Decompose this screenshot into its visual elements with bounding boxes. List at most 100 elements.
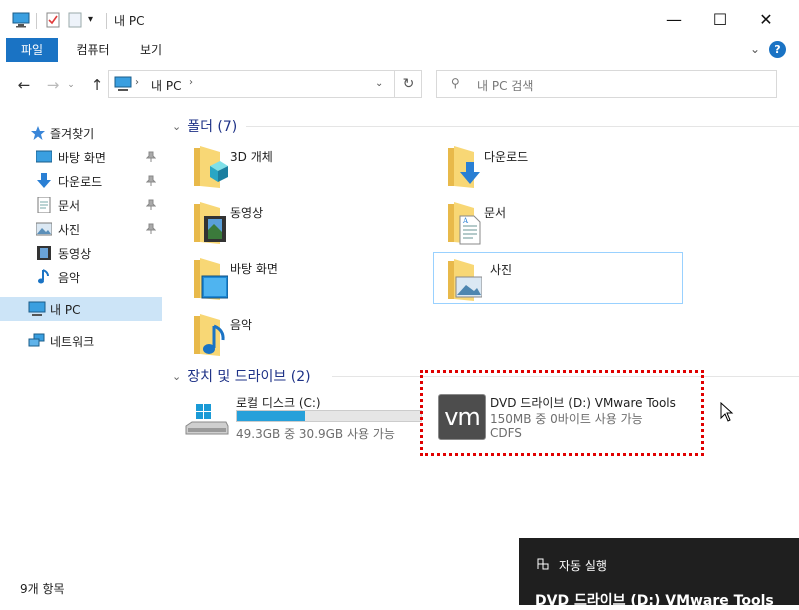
ribbon-tabs: 파일 컴퓨터 보기 ⌄ ? [0, 38, 799, 62]
download-folder-icon [448, 146, 480, 188]
folder-documents[interactable]: A 문서 [438, 198, 688, 250]
pin-icon[interactable] [145, 151, 157, 163]
folder-desktop[interactable]: 바탕 화면 [184, 254, 434, 306]
folder-pictures[interactable]: 사진 [433, 252, 683, 304]
folder-videos[interactable]: 동영상 [184, 198, 434, 250]
folder-label: 문서 [484, 206, 507, 220]
search-placeholder: 내 PC 검색 [477, 79, 534, 93]
sidebar-item-videos[interactable]: 동영상 [0, 241, 162, 265]
folder-label: 동영상 [230, 206, 264, 220]
up-button[interactable]: ↑ [86, 74, 108, 96]
tab-view[interactable]: 보기 [128, 38, 174, 62]
autoplay-notification[interactable]: 자동 실행 DVD 드라이브 (D:) VMware Tools [519, 538, 799, 609]
autoplay-icon [537, 558, 549, 573]
separator [106, 13, 107, 29]
chevron-down-icon: ⌄ [67, 80, 75, 90]
picture-folder-icon [448, 259, 482, 301]
new-folder-icon[interactable] [68, 12, 82, 31]
picture-icon [35, 221, 53, 237]
tab-computer[interactable]: 컴퓨터 [64, 38, 122, 62]
windows-drive-icon [185, 404, 229, 435]
search-icon: ⚲ [451, 76, 460, 90]
sidebar-item-documents[interactable]: 문서 [0, 193, 162, 217]
arrow-up-icon: ↑ [90, 76, 104, 94]
folder-downloads[interactable]: 다운로드 [438, 142, 688, 194]
tab-file[interactable]: 파일 [6, 38, 58, 62]
notification-title: DVD 드라이브 (D:) VMware Tools [535, 593, 774, 609]
group-header-label: 장치 및 드라이브 (2) [187, 369, 311, 385]
sidebar-item-label: 다운로드 [58, 174, 103, 189]
folder-label: 바탕 화면 [230, 262, 278, 276]
sidebar-item-this-pc[interactable]: 내 PC [0, 297, 162, 321]
group-header-label: 폴더 (7) [187, 119, 238, 135]
close-button[interactable]: ✕ [743, 0, 789, 38]
folder-label: 사진 [490, 263, 513, 277]
address-bar[interactable]: › 내 PC › ⌄ [108, 70, 422, 98]
computer-icon [114, 76, 132, 95]
search-box[interactable]: ⚲ 내 PC 검색 [436, 70, 777, 98]
document-icon [36, 196, 52, 214]
breadcrumb-item[interactable]: 내 PC [151, 77, 181, 94]
drive-local-disk[interactable]: 로컬 디스크 (C:) 49.3GB 중 30.9GB 사용 가능 [184, 392, 434, 442]
folder-label: 음악 [230, 318, 253, 332]
refresh-button[interactable]: ↻ [394, 70, 422, 98]
notification-app: 자동 실행 [559, 559, 607, 573]
computer-icon [28, 301, 46, 317]
drive-label: 로컬 디스크 (C:) [236, 396, 321, 410]
recent-locations-button[interactable]: ⌄ [64, 74, 78, 96]
pin-icon[interactable] [145, 175, 157, 187]
pin-icon[interactable] [145, 223, 157, 235]
download-icon [36, 173, 52, 189]
navigation-bar: ← → ⌄ ↑ › 내 PC › ⌄ ↻ ⚲ 내 PC 검색 [0, 62, 799, 108]
chevron-down-icon: ⌄ [172, 369, 182, 383]
group-header-drives[interactable]: ⌄ 장치 및 드라이브 (2) [172, 366, 311, 386]
music-folder-icon [194, 314, 225, 356]
sidebar-item-label: 문서 [58, 198, 81, 213]
drive-detail: 49.3GB 중 30.9GB 사용 가능 [236, 427, 395, 441]
folder-label: 3D 개체 [230, 150, 273, 164]
desktop-icon [35, 149, 53, 165]
maximize-button[interactable]: ☐ [697, 0, 743, 38]
folder-music[interactable]: 음악 [184, 310, 434, 362]
group-header-folders[interactable]: ⌄ 폴더 (7) [172, 116, 237, 136]
document-folder-icon: A [448, 202, 481, 245]
customize-toolbar-dropdown-icon[interactable]: ▾ [88, 14, 93, 25]
music-icon [36, 269, 52, 285]
item-count: 9개 항목 [20, 582, 65, 596]
network-icon [28, 333, 45, 349]
sidebar-item-pictures[interactable]: 사진 [0, 217, 162, 241]
sidebar-item-network[interactable]: 네트워크 [0, 329, 162, 353]
chevron-down-icon: ⌄ [172, 119, 182, 133]
back-button[interactable]: ← [13, 74, 35, 96]
video-folder-icon [194, 202, 226, 244]
sidebar-item-label: 음악 [58, 270, 81, 285]
folder-3d-objects[interactable]: 3D 개체 [184, 142, 434, 194]
properties-icon[interactable] [46, 12, 60, 31]
sidebar-item-desktop[interactable]: 바탕 화면 [0, 145, 162, 169]
breadcrumb-separator-icon[interactable]: › [189, 77, 193, 88]
sidebar-item-music[interactable]: 음악 [0, 265, 162, 289]
maximize-icon: ☐ [712, 9, 728, 29]
separator [36, 13, 37, 29]
forward-button[interactable]: → [42, 74, 64, 96]
sidebar-item-quick-access[interactable]: 즐겨찾기 [0, 121, 162, 145]
group-divider [246, 126, 799, 127]
minimize-icon: — [666, 9, 682, 29]
sidebar-item-downloads[interactable]: 다운로드 [0, 169, 162, 193]
3d-objects-icon [194, 146, 228, 188]
help-icon[interactable]: ? [769, 41, 786, 58]
window-title: 내 PC [114, 14, 145, 28]
svg-text:A: A [462, 217, 469, 225]
star-icon [30, 125, 46, 141]
minimize-button[interactable]: — [651, 0, 697, 38]
computer-icon[interactable] [12, 12, 30, 31]
address-dropdown-icon[interactable]: ⌄ [375, 78, 383, 89]
expand-ribbon-icon[interactable]: ⌄ [750, 42, 760, 56]
pin-icon[interactable] [145, 199, 157, 211]
sidebar-item-label: 즐겨찾기 [50, 126, 95, 141]
sidebar-item-label: 내 PC [50, 302, 81, 317]
title-bar: ▾ 내 PC — ☐ ✕ [0, 0, 799, 38]
sidebar-item-label: 바탕 화면 [58, 150, 106, 165]
drive-usage-bar [236, 410, 422, 422]
close-icon: ✕ [759, 9, 773, 29]
